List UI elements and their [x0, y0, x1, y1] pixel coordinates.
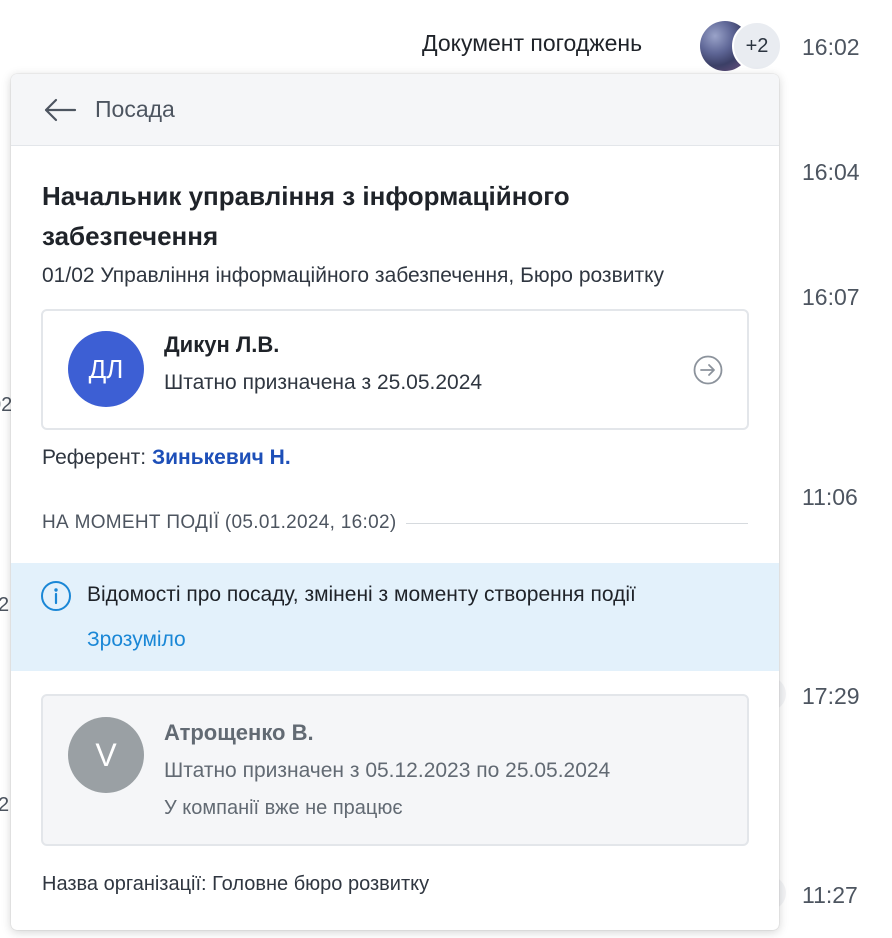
- organization-name: Назва організації: Головне бюро розвитку: [42, 873, 430, 895]
- document-title[interactable]: Документ погоджень: [422, 30, 642, 57]
- arrow-left-icon: [44, 98, 77, 121]
- back-button[interactable]: [43, 98, 77, 122]
- event-time: 11:27: [802, 882, 858, 908]
- former-holder-name: Атрощенко В.: [164, 720, 314, 745]
- position-popup: Посада Начальник управління з інформацій…: [11, 74, 779, 930]
- event-time: 16:07: [802, 284, 860, 310]
- event-time: 11:06: [802, 484, 858, 510]
- holder-status: Штатно призначена з 25.05.2024: [164, 371, 483, 394]
- info-banner: Відомості про посаду, змінені з моменту …: [11, 563, 779, 671]
- current-holder-card[interactable]: ДЛ Дикун Л.В. Штатно призначена з 25.05.…: [41, 309, 749, 430]
- info-icon: [41, 581, 71, 611]
- avatar: ДЛ: [68, 331, 144, 407]
- info-text: Відомості про посаду, змінені з моменту …: [87, 583, 636, 606]
- holder-name: Дикун Л.В.: [164, 332, 280, 357]
- popup-header: Посада: [11, 74, 779, 146]
- referent-link[interactable]: Зинькевич Н.: [152, 446, 291, 469]
- arrow-right-circle-icon[interactable]: [693, 355, 723, 385]
- former-holder-note: У компанії вже не працює: [164, 797, 403, 819]
- event-time: 16:02: [802, 34, 860, 60]
- event-time: 17:29: [802, 683, 860, 709]
- participants-count-badge[interactable]: +2: [732, 21, 782, 71]
- divider-line: [406, 522, 748, 524]
- position-department: 01/02 Управління інформаційного забезпеч…: [42, 264, 664, 287]
- referent-row: Референт: Зинькевич Н.: [42, 446, 291, 470]
- former-holder-card: V Атрощенко В. Штатно призначен з 05.12.…: [41, 694, 749, 846]
- popup-title: Посада: [95, 96, 175, 122]
- avatar: V: [68, 717, 144, 793]
- clipped-text: 2: [0, 594, 10, 616]
- referent-label: Референт:: [42, 446, 147, 469]
- event-time: 16:04: [802, 159, 860, 185]
- clipped-text: 2: [0, 794, 10, 816]
- moment-divider: НА МОМЕНТ ПОДІЇ (05.01.2024, 16:02): [42, 512, 748, 534]
- former-holder-period: Штатно призначен з 05.12.2023 по 25.05.2…: [164, 759, 611, 782]
- position-title: Начальник управління з інформаційного за…: [42, 181, 570, 251]
- acknowledge-button[interactable]: Зрозуміло: [87, 628, 186, 652]
- moment-label: НА МОМЕНТ ПОДІЇ (05.01.2024, 16:02): [42, 512, 397, 533]
